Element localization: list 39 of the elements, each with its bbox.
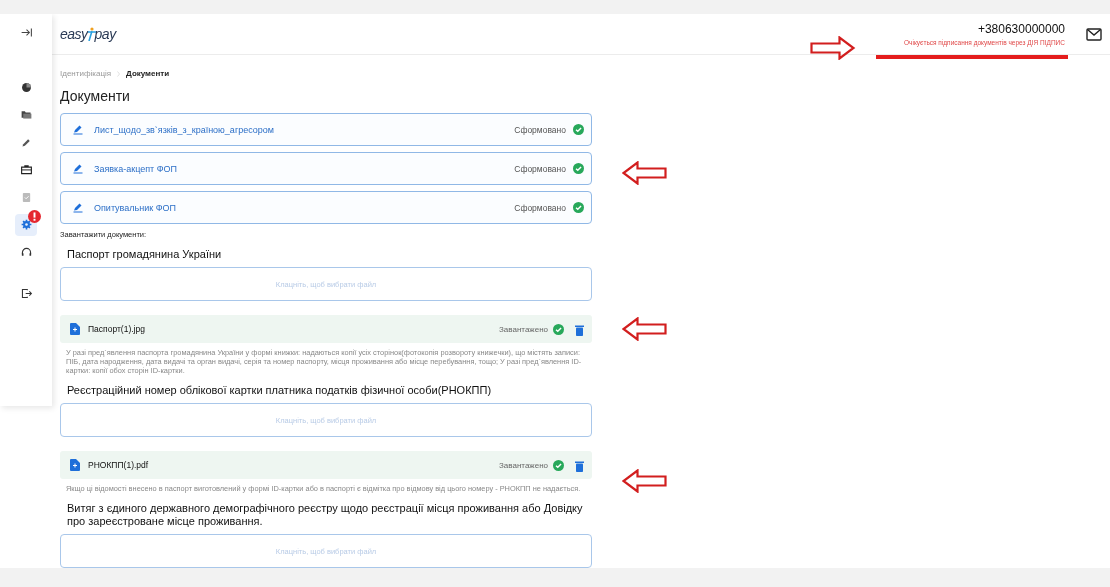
mail-icon[interactable] — [1086, 27, 1102, 41]
pen-icon — [73, 163, 84, 174]
document-link[interactable]: Лист_щодо_зв`язків_з_країною_агресором — [94, 124, 274, 135]
pen-icon — [73, 124, 84, 135]
delete-icon[interactable] — [575, 459, 584, 471]
document-title: Витяг з єдиного державного демографічного реєстру щодо реєстрації місця проживання або Довідку про зареєстроване місце проживання. — [67, 502, 584, 528]
file-icon — [70, 323, 80, 335]
document-card[interactable]: Лист_щодо_зв`язків_з_країною_агресором Сформовано — [60, 113, 592, 146]
document-status: Сформовано — [514, 202, 566, 213]
annotation-arrow — [622, 317, 667, 341]
document-status: Сформовано — [514, 163, 566, 174]
file-status: Завантажено — [499, 460, 548, 470]
breadcrumb[interactable]: Документи — [126, 69, 170, 78]
document-card[interactable]: Заявка-акцепт ФОП Сформовано — [60, 152, 592, 185]
logout-icon — [19, 286, 33, 300]
folders-icon — [19, 108, 33, 121]
page-title: Документи — [60, 88, 131, 104]
file-name: Паспорт(1).jpg — [88, 324, 145, 334]
document-card[interactable]: Опитувальник ФОП Сформовано — [60, 191, 592, 224]
document-title: Реєстраційний номер облікової картки платника податків фізичної особи(РНОКПП) — [67, 384, 493, 397]
collapse-icon — [19, 25, 33, 39]
annotation-arrow — [810, 36, 856, 60]
document-link[interactable]: Заявка-акцепт ФОП — [94, 163, 178, 174]
pen-icon — [73, 202, 84, 213]
annotation-arrow — [622, 469, 667, 493]
document-link[interactable]: Опитувальник ФОП — [94, 202, 176, 213]
headset-icon — [19, 245, 33, 259]
logo[interactable]: easy pay — [60, 26, 116, 42]
file-icon — [70, 459, 80, 471]
delete-icon[interactable] — [575, 323, 584, 335]
annotation-arrow — [622, 161, 667, 185]
briefcase-icon — [19, 163, 33, 176]
file-name: РНОКПП(1).pdf — [88, 460, 149, 470]
pie-chart-icon — [19, 80, 33, 94]
alert-badge — [28, 209, 41, 223]
phone-number: +380630000000 — [977, 22, 1065, 36]
file-status: Завантажено — [499, 324, 548, 334]
document-title: Паспорт громадянина України — [67, 248, 223, 261]
document-status: Сформовано — [514, 124, 566, 135]
